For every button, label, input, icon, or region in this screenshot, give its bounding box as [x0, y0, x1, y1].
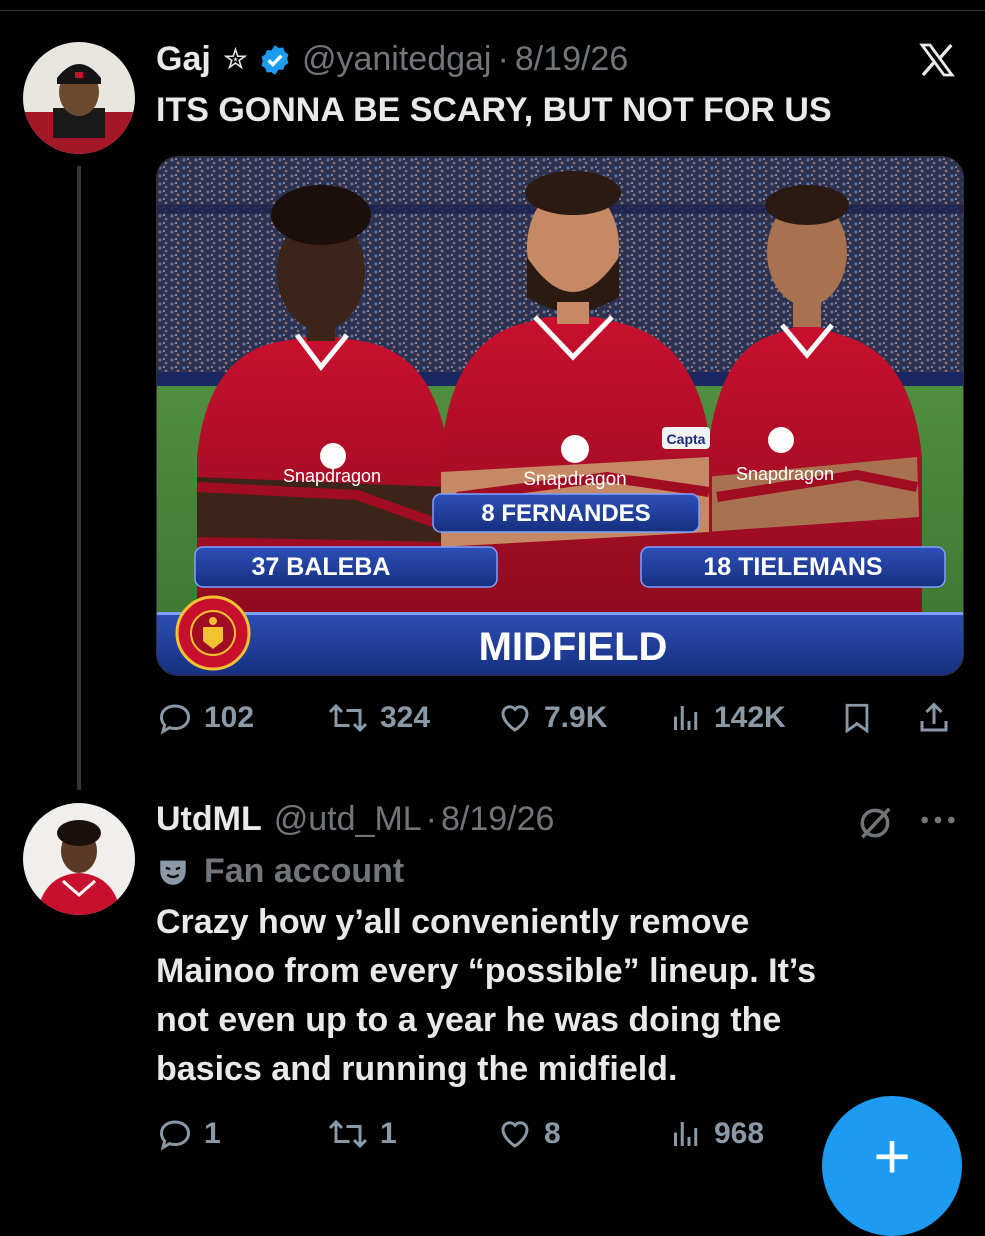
tweet-text-line: basics and running the midfield. [156, 1050, 678, 1088]
repost-icon [328, 1119, 368, 1149]
repost-count: 1 [380, 1117, 397, 1150]
reply-button[interactable]: 102 [156, 700, 254, 736]
nameplate-baleba: 37 BALEBA [194, 546, 498, 588]
repost-button[interactable]: 324 [326, 700, 430, 736]
like-count: 8 [544, 1117, 561, 1150]
tweet-text-line: not even up to a year he was doing the [156, 1001, 782, 1039]
reply-count: 1 [204, 1117, 221, 1150]
fan-account-label: Fan account [156, 852, 404, 891]
top-divider [0, 10, 985, 11]
repost-count: 324 [380, 701, 431, 734]
label-fernandes: 8 FERNANDES [481, 500, 650, 527]
repost-button[interactable]: 1 [326, 1116, 397, 1152]
star-badge-icon: ✮ [222, 43, 248, 76]
grok-icon[interactable] [856, 804, 894, 847]
like-count: 7.9K [544, 701, 608, 734]
nameplate-tielemans: 18 TIELEMANS [640, 546, 946, 588]
midfield-banner-text: MIDFIELD [479, 625, 668, 669]
tweet-text: Crazy how y’all conveniently remove Main… [156, 898, 816, 1094]
bookmark-icon [845, 703, 869, 734]
heart-icon [501, 705, 529, 732]
views-icon [674, 706, 698, 730]
captain-armband: Capta [667, 431, 706, 447]
fan-account-text: Fan account [204, 852, 405, 890]
label-baleba: 37 BALEBA [252, 553, 391, 581]
heart-icon [501, 1121, 529, 1148]
tweet-media-image[interactable]: Snapdragon Snapdragon Capta Snapdragon 8… [156, 156, 964, 676]
reply-button[interactable]: 1 [156, 1116, 221, 1152]
compose-plus-icon: + [873, 1120, 911, 1192]
view-count: 142K [714, 701, 786, 734]
separator-dot: · [425, 800, 437, 838]
share-icon [920, 702, 948, 732]
display-name[interactable]: Gaj [156, 40, 211, 79]
views-button[interactable]: 142K [668, 700, 786, 736]
timestamp[interactable]: 8/19/26 [441, 800, 554, 839]
views-icon [674, 1122, 698, 1146]
theater-masks-icon [156, 855, 190, 889]
share-button[interactable] [916, 700, 952, 736]
view-count: 968 [714, 1117, 765, 1150]
handle[interactable]: @utd_ML [274, 800, 422, 839]
thread-connector-line [77, 166, 81, 790]
bookmark-button[interactable] [840, 700, 874, 736]
verified-badge-icon [258, 43, 292, 77]
avatar-gaj[interactable] [23, 42, 135, 154]
svg-text:Snapdragon: Snapdragon [523, 469, 627, 490]
tweet-text: ITS GONNA BE SCARY, BUT NOT FOR US [156, 91, 832, 129]
avatar-utdml[interactable] [23, 803, 135, 915]
x-logo-icon[interactable] [916, 40, 958, 85]
views-button[interactable]: 968 [668, 1116, 764, 1152]
tweet-text-line: Crazy how y’all conveniently remove [156, 903, 750, 941]
reply-icon [159, 704, 191, 735]
tweet-actions: 102 324 7.9K 142K [156, 700, 962, 736]
svg-text:Snapdragon: Snapdragon [283, 466, 381, 486]
handle[interactable]: @yanitedgaj [302, 40, 492, 79]
label-tielemans: 18 TIELEMANS [703, 553, 882, 581]
display-name[interactable]: UtdML [156, 800, 262, 839]
separator-dot: · [497, 40, 509, 78]
repost-icon [328, 703, 368, 733]
timestamp[interactable]: 8/19/26 [515, 40, 628, 79]
like-button[interactable]: 7.9K [496, 700, 607, 736]
tweet-text-line: Mainoo from every “possible” lineup. It’… [156, 952, 816, 990]
tweet-header: Gaj ✮ @yanitedgaj · 8/19/26 [156, 40, 628, 79]
svg-text:Snapdragon: Snapdragon [736, 464, 834, 484]
reply-icon [159, 1120, 191, 1151]
nameplate-fernandes: 8 FERNANDES [432, 493, 700, 533]
tweet-header: UtdML @utd_ML · 8/19/26 [156, 800, 554, 839]
like-button[interactable]: 8 [496, 1116, 561, 1152]
compose-button[interactable]: + [822, 1096, 962, 1236]
tweet-actions: 1 1 8 968 [156, 1116, 806, 1152]
man-utd-crest-logo [175, 595, 251, 671]
more-options-icon[interactable] [918, 805, 958, 840]
reply-count: 102 [204, 701, 255, 734]
